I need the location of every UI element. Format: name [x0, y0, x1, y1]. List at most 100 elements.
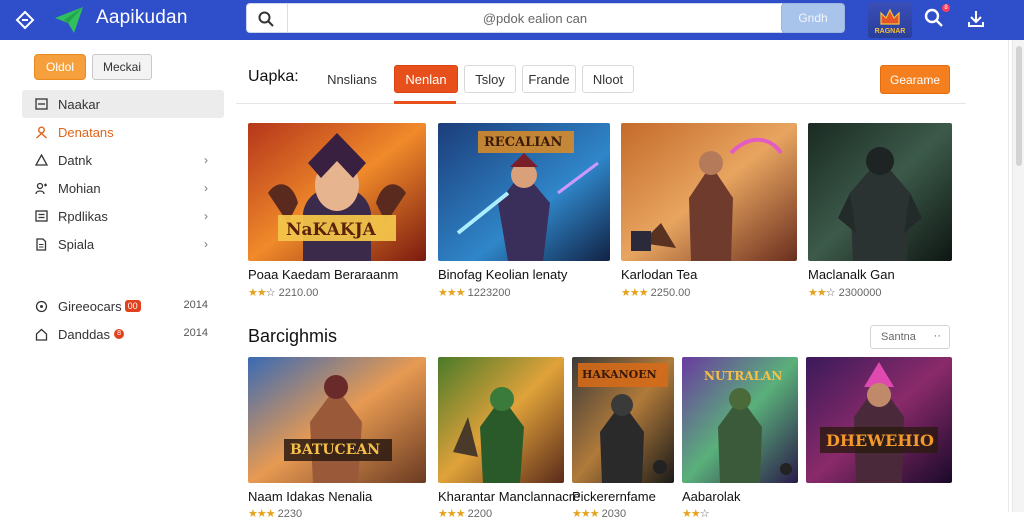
game-title: Pickerernfame [572, 489, 656, 504]
sidebar-item-gireeocars[interactable]: Gireeocars 00 2014 [22, 292, 224, 320]
rating-stars-icon: ★★ [248, 287, 267, 299]
search-button[interactable]: Gndh [781, 3, 845, 33]
sidebar-item-datnk[interactable]: Datnk › [22, 146, 224, 174]
game-rating: ★★★ 2200 [438, 507, 492, 520]
tab-bar: Uapka: Nnslians Nenlan Tsloy Frande Nloo… [236, 54, 966, 104]
thumbnail-art-text: NaKAKJA [286, 220, 376, 240]
tab-nloot[interactable]: Nloot [582, 65, 634, 93]
sidebar-item-mohian[interactable]: Mohian › [22, 174, 224, 202]
rating-value: 2230 [277, 508, 303, 520]
game-thumbnail[interactable]: BATUCEAN [248, 357, 426, 483]
rating-stars-icon: ★★★ [572, 508, 600, 520]
game-card[interactable]: HAKANOEN Pickerernfame ★★★ 2030 [572, 357, 674, 520]
main-content: Uapka: Nnslians Nenlan Tsloy Frande Nloo… [236, 54, 966, 520]
tab-nenlan[interactable]: Nenlan [394, 65, 458, 93]
game-card[interactable]: DHEWEHIO [806, 357, 952, 483]
sidebar-item-label: Gireeocars [58, 298, 122, 314]
chevron-right-icon: › [204, 209, 208, 223]
count-badge: 8 [114, 329, 125, 339]
file-icon [34, 237, 48, 251]
featured-grid: NaKAKJA Poaa Kaedam Beraraanm ★★☆ 2210.0… [248, 123, 952, 303]
search-divider [287, 4, 288, 32]
notification-badge: 8 [942, 4, 950, 12]
game-badge[interactable]: RAGNAR [868, 2, 912, 38]
sidebar-item-label: Naakar [58, 96, 100, 112]
rating-stars-icon: ★★★ [438, 508, 466, 520]
active-tab-indicator [394, 101, 456, 104]
game-title: Karlodan Tea [621, 267, 698, 282]
search-icon [257, 10, 275, 28]
scrollbar[interactable] [1012, 40, 1024, 512]
tab-tsloy[interactable]: Tsloy [464, 65, 516, 93]
game-rating: ★★☆ 2300000 [808, 287, 882, 299]
game-thumbnail[interactable]: NUTRALAN [682, 357, 798, 483]
sort-dropdown[interactable]: Santna ·· [870, 325, 950, 349]
game-card[interactable]: BATUCEAN Naam Idakas Nenalia ★★★ 2230 [248, 357, 426, 520]
game-card[interactable]: Karlodan Tea ★★★ 2250.00 [621, 123, 797, 299]
sidebar-secondary-button[interactable]: Meckai [92, 54, 152, 80]
home-diamond-icon[interactable] [14, 9, 36, 31]
rating-stars-icon: ★★★ [248, 508, 276, 520]
rating-stars-icon: ★★★ [438, 287, 466, 299]
section-title: Barcighmis [248, 326, 338, 346]
chevron-right-icon: › [204, 181, 208, 195]
rating-stars-icon: ★★ [808, 287, 827, 299]
game-rating: ★★★ 2230 [248, 507, 302, 520]
top-bar: Aapikudan Gndh RAGNAR 8 [0, 0, 1024, 40]
game-card[interactable]: NaKAKJA Poaa Kaedam Beraraanm ★★☆ 2210.0… [248, 123, 426, 299]
download-icon[interactable] [966, 9, 986, 29]
game-thumbnail[interactable] [808, 123, 952, 261]
thumbnail-art-text: RECALIAN [484, 135, 563, 150]
game-thumbnail[interactable] [621, 123, 797, 261]
sidebar-item-danddas[interactable]: Danddas 8 2014 [22, 320, 224, 348]
search-input[interactable] [295, 8, 775, 28]
thumbnail-art-text: HAKANOEN [582, 368, 657, 381]
tab-frande[interactable]: Frande [522, 65, 576, 93]
sidebar-item-naakar[interactable]: Naakar [22, 90, 224, 118]
app-logo-icon [52, 4, 86, 36]
game-rating: ★★★ 1223200 [438, 286, 510, 299]
count-badge: 00 [124, 300, 141, 312]
game-card[interactable]: NUTRALAN Aabarolak ★★☆ [682, 357, 798, 520]
sidebar-item-rpdlikas[interactable]: Rpdlikas › [22, 202, 224, 230]
sidebar-item-spiala[interactable]: Spiala › [22, 230, 224, 258]
game-thumbnail[interactable]: DHEWEHIO [806, 357, 952, 483]
house-icon [34, 327, 48, 341]
sidebar-item-denatans[interactable]: Denatans [22, 118, 224, 146]
game-thumbnail[interactable] [438, 357, 564, 483]
chevron-right-icon: › [204, 237, 208, 251]
sidebar-item-label: Denatans [58, 124, 114, 140]
rating-value: 2250.00 [650, 287, 691, 299]
thumbnail-art-text: NUTRALAN [704, 369, 783, 383]
sidebar-item-label: Rpdlikas [58, 208, 108, 224]
game-thumbnail[interactable]: RECALIAN [438, 123, 610, 261]
cta-button[interactable]: Gearame [880, 65, 950, 94]
rating-stars-icon: ★★★ [621, 287, 649, 299]
game-card[interactable]: RECALIAN Binofag Keolian lenaty ★★★ 1223… [438, 123, 610, 299]
game-title: Naam Idakas Nenalia [248, 489, 373, 504]
game-thumbnail[interactable]: HAKANOEN [572, 357, 674, 483]
search-bar[interactable] [246, 3, 786, 33]
user-icon [34, 125, 48, 139]
sidebar-primary-button[interactable]: Oldol [34, 54, 86, 80]
game-rating: ★★☆ [682, 508, 710, 520]
crown-icon [879, 8, 901, 26]
game-card[interactable]: Maclanalk Gan ★★☆ 2300000 [808, 123, 952, 299]
search-icon[interactable] [924, 8, 944, 28]
rating-stars-icon: ★★ [682, 508, 701, 520]
rating-value: 2200 [467, 508, 493, 520]
triangle-icon [34, 153, 48, 167]
content-divider [1008, 40, 1009, 512]
game-thumbnail[interactable]: NaKAKJA [248, 123, 426, 261]
game-badge-text: RAGNAR [874, 28, 906, 35]
tab-nnslians[interactable]: Nnslians [320, 65, 384, 93]
thumbnail-art-text: BATUCEAN [290, 442, 381, 458]
game-title: Kharantar Manclannacre [438, 489, 581, 504]
game-rating: ★★★ 2250.00 [621, 286, 690, 299]
item-count: 2014 [183, 299, 208, 311]
scrollbar-thumb[interactable] [1016, 46, 1022, 166]
thumbnail-art-text: DHEWEHIO [826, 431, 934, 450]
tabs-title: Uapka: [248, 68, 299, 85]
game-card[interactable]: Kharantar Manclannacre ★★★ 2200 [438, 357, 580, 520]
